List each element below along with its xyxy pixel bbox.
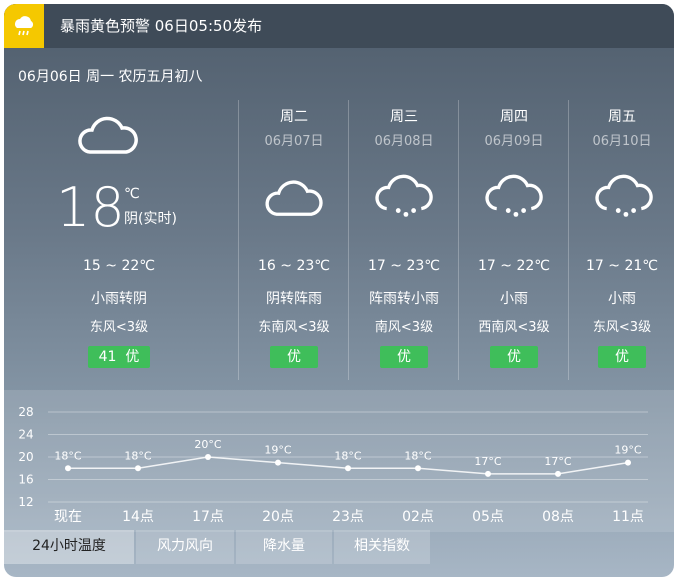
temperature-point	[625, 459, 631, 466]
today-weather: 小雨转阴	[91, 291, 147, 307]
y-tick-label: 28	[18, 405, 33, 419]
forecast-aqi-badge[interactable]: 优	[490, 346, 538, 368]
x-tick-label: 17点	[192, 509, 224, 525]
rain-icon	[373, 174, 435, 228]
data-label: 17°C	[544, 455, 571, 468]
tab-wind[interactable]: 风力风向	[136, 530, 234, 564]
forecast-range: 17 ~ 21℃	[586, 258, 658, 274]
temperature-chart-panel: 28 24 20 16 12 18°C 现在 18°C 14点 20°C 17点 19°C 20点 18°…	[4, 390, 674, 532]
aqi-level: 优	[125, 349, 140, 365]
temperature-point	[485, 470, 491, 477]
x-tick-label: 14点	[122, 509, 154, 525]
y-tick-label: 24	[18, 428, 33, 442]
forecast-range: 17 ~ 23℃	[368, 258, 440, 274]
today-aqi-badge[interactable]: 41 优	[88, 346, 150, 368]
current-temp: 18	[56, 176, 125, 239]
forecast-date: 06月10日	[592, 134, 652, 149]
x-tick-label: 23点	[332, 509, 364, 525]
forecast-weekday: 周四	[500, 109, 528, 125]
temperature-point	[345, 465, 351, 472]
temperature-point	[415, 465, 421, 472]
x-tick-label: 11点	[612, 509, 644, 525]
forecast-range: 17 ~ 22℃	[478, 258, 550, 274]
forecast-date: 06月07日	[264, 134, 324, 149]
forecast-weather: 阵雨转小雨	[369, 291, 439, 307]
data-label: 19°C	[614, 444, 641, 457]
forecast-wind: 东风<3级	[592, 320, 652, 335]
current-date: 06月06日 周一 农历五月初八	[18, 69, 203, 85]
tab-24h-temperature[interactable]: 24小时温度	[4, 530, 134, 564]
forecast-weekday: 周三	[390, 109, 418, 125]
tab-indices[interactable]: 相关指数	[334, 530, 430, 564]
forecast-wind: 东南风<3级	[258, 320, 330, 335]
data-label: 18°C	[334, 449, 361, 462]
x-tick-label: 02点	[402, 509, 434, 525]
forecast-weather: 小雨	[608, 291, 636, 307]
forecast-wind: 南风<3级	[374, 320, 434, 335]
forecast-aqi-badge[interactable]: 优	[270, 346, 318, 368]
data-label: 18°C	[54, 449, 81, 462]
today-panel: 18 ℃ 阴(实时) 15 ~ 22℃ 小雨转阴 东风<3级 41 优	[4, 100, 238, 380]
x-tick-label: 08点	[542, 509, 574, 525]
cloud-icon	[263, 174, 325, 224]
forecast-weather: 阴转阵雨	[266, 291, 322, 307]
rain-icon	[593, 174, 655, 228]
forecast-day[interactable]: 周四 06月09日 17 ~ 22℃ 小雨 西南风<3级 优	[458, 100, 569, 380]
temp-unit: ℃	[124, 186, 140, 202]
temperature-point	[205, 454, 211, 460]
temperature-chart: 28 24 20 16 12 18°C 现在 18°C 14点 20°C 17点 19°C 20点 18°…	[18, 405, 648, 525]
forecast-day[interactable]: 周三 06月08日 17 ~ 23℃ 阵雨转小雨 南风<3级 优	[348, 100, 459, 380]
forecast-date: 06月09日	[484, 134, 544, 149]
y-tick-label: 20	[18, 450, 33, 464]
y-tick-label: 16	[18, 473, 33, 487]
today-range: 15 ~ 22℃	[83, 258, 155, 274]
temperature-point	[65, 465, 71, 472]
aqi-value: 41	[98, 349, 117, 365]
warning-bar[interactable]: 暴雨黄色预警 06日05:50发布	[4, 4, 674, 48]
cloud-icon	[76, 110, 140, 162]
temperature-point	[555, 470, 561, 477]
forecast-aqi-badge[interactable]: 优	[598, 346, 646, 368]
weather-card: 暴雨黄色预警 06日05:50发布 06月06日 周一 农历五月初八 18 ℃ …	[4, 4, 674, 577]
data-label: 18°C	[124, 449, 151, 462]
y-tick-label: 12	[18, 495, 33, 509]
current-condition: 阴(实时)	[124, 211, 177, 227]
forecast-weather: 小雨	[500, 291, 528, 307]
forecast-date: 06月08日	[374, 134, 434, 149]
forecast-weekday: 周二	[280, 109, 308, 125]
tab-precipitation[interactable]: 降水量	[236, 530, 332, 564]
data-label: 20°C	[194, 438, 221, 451]
x-tick-label: 现在	[54, 509, 82, 525]
today-wind: 东风<3级	[89, 320, 149, 335]
warning-text[interactable]: 暴雨黄色预警 06日05:50发布	[60, 4, 262, 48]
forecast-aqi-badge[interactable]: 优	[380, 346, 428, 368]
forecast-range: 16 ~ 23℃	[258, 258, 330, 274]
forecast-weekday: 周五	[608, 109, 636, 125]
rain-warning-icon	[4, 4, 44, 48]
x-tick-label: 05点	[472, 509, 504, 525]
chart-tabs: 24小时温度 风力风向 降水量 相关指数	[4, 530, 674, 564]
temperature-point	[275, 459, 281, 466]
data-label: 19°C	[264, 444, 291, 457]
data-label: 18°C	[404, 449, 431, 462]
forecast-day[interactable]: 周二 06月07日 16 ~ 23℃ 阴转阵雨 东南风<3级 优	[238, 100, 349, 380]
rain-icon	[483, 174, 545, 228]
temperature-point	[135, 465, 141, 472]
x-tick-label: 20点	[262, 509, 294, 525]
forecast-day[interactable]: 周五 06月10日 17 ~ 21℃ 小雨 东风<3级 优	[568, 100, 674, 380]
forecast-wind: 西南风<3级	[478, 320, 550, 335]
data-label: 17°C	[474, 455, 501, 468]
